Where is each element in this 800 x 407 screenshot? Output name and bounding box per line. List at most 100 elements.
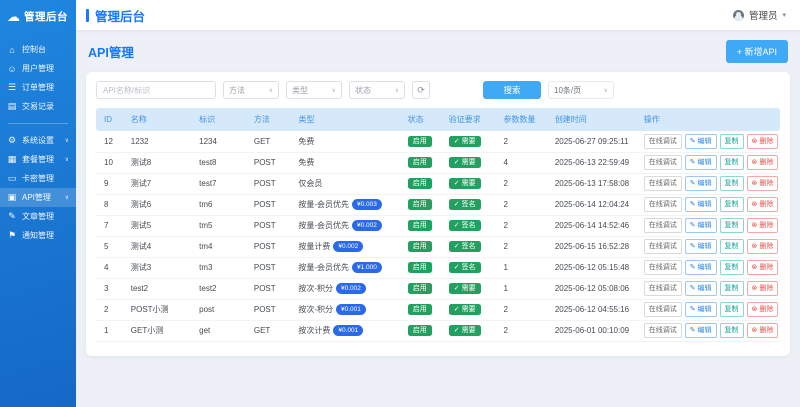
delete-button[interactable]: ⊗ 删除: [746, 260, 779, 275]
cell-id: 7: [96, 215, 127, 237]
cell-created: 2025-06-12 04:55:16: [550, 299, 640, 321]
sidebar-item-dashboard[interactable]: ⌂ 控制台: [0, 40, 76, 59]
copy-button[interactable]: 复制: [719, 281, 744, 296]
copy-button[interactable]: 复制: [719, 260, 744, 275]
sidebar-item-settings[interactable]: ⚙ 系统设置 ∨: [0, 131, 76, 150]
debug-button[interactable]: 在线调试: [643, 176, 682, 191]
delete-button[interactable]: ⊗ 删除: [746, 323, 779, 338]
status-badge: 启用: [407, 220, 432, 231]
debug-button[interactable]: 在线调试: [643, 133, 682, 149]
sidebar-item-label: 控制台: [22, 45, 46, 54]
delete-button[interactable]: ⊗ 删除: [746, 155, 779, 170]
cell-slug: post: [195, 299, 250, 321]
debug-button[interactable]: 在线调试: [643, 197, 682, 212]
page-title: API管理: [88, 46, 134, 60]
page-size-select[interactable]: 10条/页 ∨: [548, 81, 614, 99]
column-header: 名称: [126, 108, 196, 131]
delete-button[interactable]: ⊗ 删除: [746, 197, 779, 212]
delete-button[interactable]: ⊗ 删除: [746, 281, 779, 296]
chevron-down-icon: ∨: [394, 87, 399, 94]
edit-button[interactable]: ✎ 编辑: [684, 302, 717, 317]
copy-button[interactable]: 复制: [719, 197, 744, 212]
sidebar-item-packages[interactable]: ▦ 套餐管理 ∨: [0, 150, 76, 169]
edit-button[interactable]: ✎ 编辑: [684, 323, 717, 338]
cell-id: 5: [96, 236, 127, 258]
search-input[interactable]: [96, 81, 216, 99]
add-api-button[interactable]: + 新增API: [725, 40, 788, 63]
edit-button[interactable]: ✎ 编辑: [684, 155, 717, 170]
debug-button[interactable]: 在线调试: [643, 155, 682, 170]
user-menu[interactable]: 管理员 ▾: [732, 8, 786, 22]
delete-button[interactable]: ⊗ 删除: [746, 176, 779, 191]
type-label: 按量-会员优先: [298, 200, 349, 209]
delete-button[interactable]: ⊗ 删除: [746, 133, 779, 149]
debug-button[interactable]: 在线调试: [643, 281, 682, 296]
status-select[interactable]: 状态 ∨: [349, 81, 405, 99]
search-button[interactable]: 搜索: [483, 81, 541, 99]
debug-button[interactable]: 在线调试: [643, 218, 682, 233]
sidebar-item-label: API管理: [22, 193, 51, 202]
reset-button[interactable]: ⟳: [412, 81, 430, 99]
cell-method: POST: [249, 215, 295, 237]
type-select[interactable]: 类型 ∨: [286, 81, 342, 99]
copy-button[interactable]: 复制: [719, 155, 744, 170]
copy-button[interactable]: 复制: [719, 323, 744, 338]
cell-name: 测试5: [126, 215, 196, 237]
method-select[interactable]: 方法 ∨: [223, 81, 279, 99]
sidebar-item-articles[interactable]: ✎ 文章管理: [0, 207, 76, 226]
price-badge: ¥0.001: [336, 304, 366, 315]
type-label: 按量-会员优先: [298, 221, 349, 230]
transactions-icon: ▤: [7, 101, 17, 111]
column-header: 状态: [403, 108, 445, 131]
cell-created: 2025-06-27 09:25:11: [550, 131, 640, 153]
debug-button[interactable]: 在线调试: [643, 260, 682, 275]
cell-params: 1: [499, 257, 551, 279]
cell-method: POST: [249, 257, 295, 279]
sidebar-item-label: 订单管理: [22, 83, 54, 92]
settings-icon: ⚙: [7, 135, 17, 145]
copy-button[interactable]: 复制: [719, 176, 744, 191]
cell-actions: 在线调试 ✎ 编辑 复制 ⊗ 删除: [639, 194, 780, 216]
copy-button[interactable]: 复制: [719, 302, 744, 317]
sidebar-nav: ⌂ 控制台 ☺ 用户管理 ☰ 订单管理 ▤ 交易记录 ⚙ 系统设置 ∨ ▦ 套餐管理 ∨ ▭ 卡密管理 ▣ API…: [0, 40, 76, 245]
sidebar-item-orders[interactable]: ☰ 订单管理: [0, 78, 76, 97]
cell-verify: ✓ 需要: [444, 299, 500, 321]
sidebar-item-transactions[interactable]: ▤ 交易记录: [0, 97, 76, 116]
delete-button[interactable]: ⊗ 删除: [746, 218, 779, 233]
debug-button[interactable]: 在线调试: [643, 302, 682, 317]
sidebar-item-users[interactable]: ☺ 用户管理: [0, 59, 76, 78]
copy-button[interactable]: 复制: [719, 239, 744, 254]
cell-method: POST: [249, 278, 295, 300]
price-badge: ¥0.002: [336, 283, 366, 294]
delete-button[interactable]: ⊗ 删除: [746, 302, 779, 317]
chevron-down-icon: ∨: [268, 87, 273, 94]
sidebar-item-cards[interactable]: ▭ 卡密管理: [0, 169, 76, 188]
chevron-down-icon: ∨: [64, 157, 69, 163]
copy-button[interactable]: 复制: [719, 133, 744, 149]
sidebar-item-label: 通知管理: [22, 231, 54, 240]
cell-method: POST: [249, 152, 295, 174]
cell-method: POST: [249, 194, 295, 216]
edit-button[interactable]: ✎ 编辑: [684, 281, 717, 296]
edit-button[interactable]: ✎ 编辑: [684, 176, 717, 191]
sidebar-item-api[interactable]: ▣ API管理 ∨: [0, 188, 76, 207]
cell-actions: 在线调试 ✎ 编辑 复制 ⊗ 删除: [639, 278, 780, 300]
type-label: 按量-会员优先: [298, 263, 349, 272]
edit-button[interactable]: ✎ 编辑: [684, 239, 717, 254]
orders-icon: ☰: [7, 82, 17, 92]
delete-button[interactable]: ⊗ 删除: [746, 239, 779, 254]
cell-params: 2: [499, 194, 551, 216]
verify-badge: ✓ 签名: [448, 220, 481, 231]
sidebar: ☁ 管理后台 ⌂ 控制台 ☺ 用户管理 ☰ 订单管理 ▤ 交易记录 ⚙ 系统设置 ∨ ▦ 套餐管理 ∨ ▭ 卡…: [0, 0, 76, 407]
sidebar-item-notifications[interactable]: ⚑ 通知管理: [0, 226, 76, 245]
edit-button[interactable]: ✎ 编辑: [684, 260, 717, 275]
copy-button[interactable]: 复制: [719, 218, 744, 233]
edit-button[interactable]: ✎ 编辑: [684, 197, 717, 212]
edit-button[interactable]: ✎ 编辑: [684, 133, 717, 149]
chevron-down-icon: ∨: [331, 87, 336, 94]
debug-button[interactable]: 在线调试: [643, 239, 682, 254]
debug-button[interactable]: 在线调试: [643, 323, 682, 338]
cell-verify: ✓ 需要: [444, 278, 500, 300]
articles-icon: ✎: [8, 211, 16, 221]
edit-button[interactable]: ✎ 编辑: [684, 218, 717, 233]
